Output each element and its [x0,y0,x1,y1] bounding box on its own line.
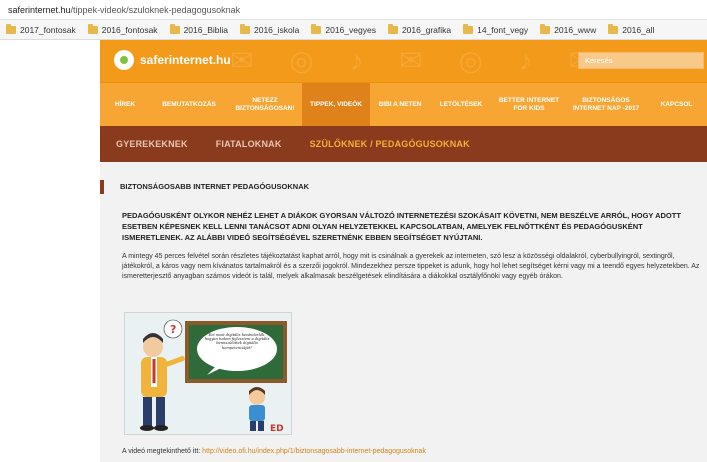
article: BIZTONSÁGOSABB INTERNET PEDAGÓGUSOKNAK P… [100,162,707,462]
article-lead: PEDAGÓGUSKÉNT OLYKOR NEHÉZ LEHET A DIÁKO… [122,211,681,242]
folder-icon [387,23,398,34]
folder-icon [540,23,551,34]
video-link[interactable]: http://video.ofi.hu/index.php/1/biztonsa… [202,448,426,455]
website: ✉ ◎ ♪ ✉ ◎ ♪ ✉ saferinternet.hu Keresés H… [100,40,707,462]
logo-icon [114,50,134,70]
article-title: BIZTONSÁGOSABB INTERNET PEDAGÓGUSOKNAK [100,180,707,194]
bookmarks-bar: 2017_fontosak 2016_fontosak 2016_Biblia 201… [0,20,707,40]
svg-text:?: ? [170,323,176,336]
bookmark-item[interactable]: 14_font_vegy [463,23,529,35]
video-thumbnail[interactable]: Ezt most digitális bevándorlók, hogyan t… [124,312,292,435]
bookmark-label: 2016_fontosak [101,24,158,35]
browser-window: saferinternet.hu/tippek-videok/szuloknek… [0,0,707,462]
sub-nav-item[interactable]: SZÜLŐKNEK / PEDAGÓGUSOKNAK [310,139,470,149]
article-body: A mintegy 45 perces felvétel során részl… [122,253,700,280]
video-link-prefix: A videó megtekinthető itt: [122,448,201,455]
logo-text: saferinternet.hu [140,53,231,67]
bookmark-label: 2016_grafika [401,24,452,35]
sub-nav-item[interactable]: FIATALOKNAK [216,139,282,149]
bookmark-item[interactable]: 2016_iskola [240,23,300,35]
bookmark-label: 2016_vegyes [325,24,376,35]
nav-item[interactable]: HÍREK [100,83,150,127]
bookmark-item[interactable]: 2016_Biblia [169,23,228,35]
folder-icon [240,23,250,34]
sub-nav-item[interactable]: GYEREKEKNEK [116,139,188,149]
nav-item[interactable]: BIBI A NETEN [370,83,430,127]
site-header: ✉ ◎ ♪ ✉ ◎ ♪ ✉ saferinternet.hu Keresés [100,40,707,82]
folder-icon [608,23,619,34]
header-pattern: ✉ ◎ ♪ ✉ ◎ ♪ ✉ [230,45,606,76]
bookmark-item[interactable]: 2017_fontosak [6,23,76,35]
bookmark-label: 14_font_vegy [477,24,529,35]
nav-item[interactable]: BETTER INTERNET FOR KIDS [492,83,566,127]
main-nav: HÍREK BEMUTATKOZÁS NETEZZ BIZTONSÁGOSAN! TI… [100,82,707,127]
nav-item[interactable]: BIZTONSÁGOS INTERNET NAP -2017 [566,83,646,127]
sub-nav: GYEREKEKNEK FIATALOKNAK SZÜLŐKNEK / PEDAGÓ… [100,126,707,162]
nav-item[interactable]: LETÖLTÉSEK [430,83,492,127]
bookmark-label: 2017_fontosak [20,24,76,35]
teacher-illustration: Ezt most digitális bevándorlók, hogyan t… [125,313,291,434]
url-host: saferinternet.hu [8,5,71,15]
folder-icon [463,23,474,34]
bookmark-item[interactable]: 2016_grafika [387,23,452,35]
search-input[interactable]: Keresés [578,52,704,69]
url-path: /tippek-videok/szuloknek-pedagogusoknak [70,5,241,15]
video-brand: ED [270,424,284,434]
nav-item[interactable]: TIPPEK, VIDEÓK [302,83,370,127]
nav-item[interactable]: KAPCSOL [646,83,707,127]
bookmark-item[interactable]: 2016_www [540,23,597,35]
bookmark-label: 2016_iskola [254,24,300,35]
folder-icon [169,23,180,34]
board-text: Ezt most digitális bevándorlók, hogyan t… [204,333,270,350]
folder-icon [6,23,16,34]
folder-icon [311,23,322,34]
folder-icon [87,23,98,34]
bookmark-label: 2016_Biblia [183,24,228,35]
site-logo[interactable]: saferinternet.hu [114,50,231,70]
bookmark-item[interactable]: 2016_fontosak [87,23,158,35]
bookmark-label: 2016_www [554,24,597,35]
bookmark-item[interactable]: 2016_all [608,23,655,35]
address-bar[interactable]: saferinternet.hu/tippek-videok/szuloknek… [0,0,707,20]
bookmark-label: 2016_all [622,24,655,35]
nav-item[interactable]: NETEZZ BIZTONSÁGOSAN! [228,83,302,127]
nav-item[interactable]: BEMUTATKOZÁS [150,83,228,127]
bookmark-item[interactable]: 2016_vegyes [311,23,376,35]
video-link-line: A videó megtekinthető itt: http://video.… [122,448,704,455]
